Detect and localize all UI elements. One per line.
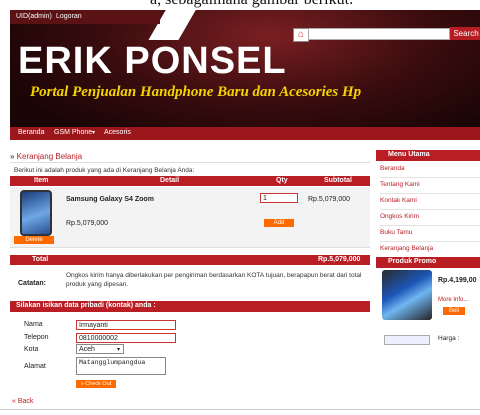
nama-field[interactable]: Irmayanti	[76, 320, 176, 330]
cart-table-header: Item Detail Qty Subtotal	[10, 176, 370, 186]
kota-select[interactable]: Aceh ▾	[76, 344, 124, 354]
harga-label: Harga :	[438, 335, 460, 342]
product-image	[20, 190, 52, 236]
nav-beranda[interactable]: Beranda	[18, 129, 44, 136]
caption-text: a, sebagaimana gambar berikut:	[150, 0, 353, 9]
breadcrumb: » Keranjang Belanja	[10, 152, 370, 163]
double-arrow-icon: »	[10, 152, 17, 161]
site-header: UID(admin) Logoran ERIK PONSEL Portal Pe…	[10, 10, 480, 140]
logout-link[interactable]: Logoran	[56, 13, 82, 20]
col-qty: Qty	[276, 177, 288, 184]
contact-form-header: Silakan isikan data pribadi (kontak) and…	[10, 301, 370, 312]
breadcrumb-label: Keranjang Belanja	[16, 152, 83, 161]
promo-product-image[interactable]	[382, 270, 432, 320]
search-input[interactable]	[308, 28, 450, 40]
sidebar-item-tentang-kami[interactable]: Tentang Kami	[380, 178, 480, 194]
telepon-field[interactable]: 0810000002	[76, 333, 176, 343]
promo-price: Rp.4,199,00	[438, 277, 477, 284]
chevron-down-icon: ▾	[92, 130, 96, 136]
footer-divider	[0, 409, 480, 410]
sidebar-item-buku-tamu[interactable]: Buku Tamu	[380, 226, 480, 242]
kota-label: Kota	[24, 346, 39, 353]
product-name: Samsung Galaxy S4 Zoom	[66, 196, 154, 203]
sidebar-item-beranda[interactable]: Beranda	[380, 162, 480, 178]
note-label: Catatan:	[18, 280, 47, 287]
col-detail: Detail	[160, 177, 180, 184]
qty-input[interactable]: 1	[260, 193, 298, 203]
cart-intro: Berikut ini adalah produk yang ada di Ke…	[14, 167, 195, 174]
total-label: Total	[32, 256, 49, 263]
sidebar-item-kontak-kami[interactable]: Kontak Kami	[380, 194, 480, 210]
delete-button[interactable]: Delete	[14, 236, 54, 244]
document-caption: a, sebagaimana gambar berikut:	[0, 0, 480, 10]
site-tagline: Portal Penjualan Handphone Baru dan Aces…	[30, 84, 362, 100]
sidebar-item-keranjang-belanja[interactable]: Keranjang Belanja	[380, 242, 480, 258]
buy-button[interactable]: Beli	[443, 307, 465, 315]
total-value: Rp.5,079,000	[318, 256, 361, 263]
more-info-link[interactable]: More Info...	[438, 297, 468, 303]
col-item: Item	[34, 177, 49, 184]
note-text: Ongkos kirim hanya diberlakukan per peng…	[66, 272, 362, 288]
sidebar-item-ongkos-kirim[interactable]: Ongkos Kirim	[380, 210, 480, 226]
add-button[interactable]: Add	[264, 219, 294, 227]
col-subtotal: Subtotal	[324, 177, 352, 184]
promo-thumbnail[interactable]	[384, 335, 430, 345]
alamat-label: Alamat	[24, 363, 46, 370]
telepon-label: Telepon	[24, 334, 49, 341]
checkout-button[interactable]: » Check Out	[76, 380, 116, 388]
alamat-textarea[interactable]: Matangglumpangdua	[76, 357, 166, 375]
total-bar: Total Rp.5,079,000	[10, 255, 370, 265]
subtotal-value: Rp.5,079,000	[308, 196, 351, 203]
form-heading: Silakan isikan data pribadi (kontak) and…	[16, 302, 156, 309]
chevron-down-icon: ▾	[116, 347, 120, 353]
product-price: Rp.5,079,000	[66, 220, 109, 227]
top-bar: UID(admin) Logoran	[10, 10, 160, 24]
menu-title: Menu Utama	[388, 151, 430, 158]
uid-link[interactable]: UID(admin)	[16, 13, 52, 20]
search-button[interactable]: Search	[450, 27, 480, 40]
back-link[interactable]: « Back	[12, 398, 33, 405]
nav-gsm-phone[interactable]: GSM Phone	[54, 129, 92, 136]
nav-acesoris[interactable]: Acesoris	[104, 129, 131, 136]
home-icon[interactable]: ⌂	[293, 28, 309, 42]
menu-header: Menu Utama	[376, 150, 480, 161]
nav-bar: Beranda GSM Phone ▾ Acesoris	[10, 127, 480, 140]
nama-label: Nama	[24, 321, 43, 328]
kota-value: Aceh	[79, 346, 95, 353]
promo-title: Produk Promo	[388, 258, 437, 265]
promo-header: Produk Promo	[376, 257, 480, 268]
site-logo[interactable]: ERIK PONSEL	[18, 40, 287, 83]
